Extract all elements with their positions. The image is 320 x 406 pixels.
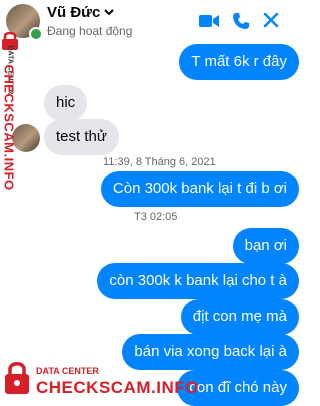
timestamp: T3 02:05 xyxy=(134,211,178,223)
sent-message[interactable]: còn 300k k bank lại cho t à xyxy=(97,263,299,299)
watermark-side-label-2: CHECKSCAM.INFO xyxy=(1,64,17,191)
sent-message[interactable]: Còn 300k bank lại t đi b ơi xyxy=(100,171,299,207)
online-status-dot xyxy=(29,27,43,41)
sent-message[interactable]: bán via xong back lại à xyxy=(122,334,299,370)
sent-message[interactable]: địt con mẹ mà xyxy=(180,299,299,335)
received-message[interactable]: test thử xyxy=(44,119,119,155)
chevron-down-icon[interactable] xyxy=(103,6,115,18)
lock-icon xyxy=(5,362,29,394)
sent-message[interactable]: bạn ơi xyxy=(232,228,299,264)
timestamp: 11:39, 8 Tháng 6, 2021 xyxy=(103,156,216,168)
watermark-bottom-label-1: DATA CENTER xyxy=(36,366,99,376)
contact-name[interactable]: Vũ Đức xyxy=(47,4,100,21)
sent-message[interactable]: T mất 6k r đây xyxy=(179,44,299,80)
close-icon[interactable] xyxy=(263,12,279,28)
chat-header: Vũ Đức Đang hoạt động xyxy=(0,0,305,44)
video-call-icon[interactable] xyxy=(198,12,220,30)
received-message[interactable]: hic xyxy=(44,85,88,121)
contact-status: Đang hoạt động xyxy=(47,24,133,38)
phone-icon[interactable] xyxy=(232,12,250,30)
watermark-bottom-label-2: CHECKSCAM.INFO xyxy=(36,378,199,397)
